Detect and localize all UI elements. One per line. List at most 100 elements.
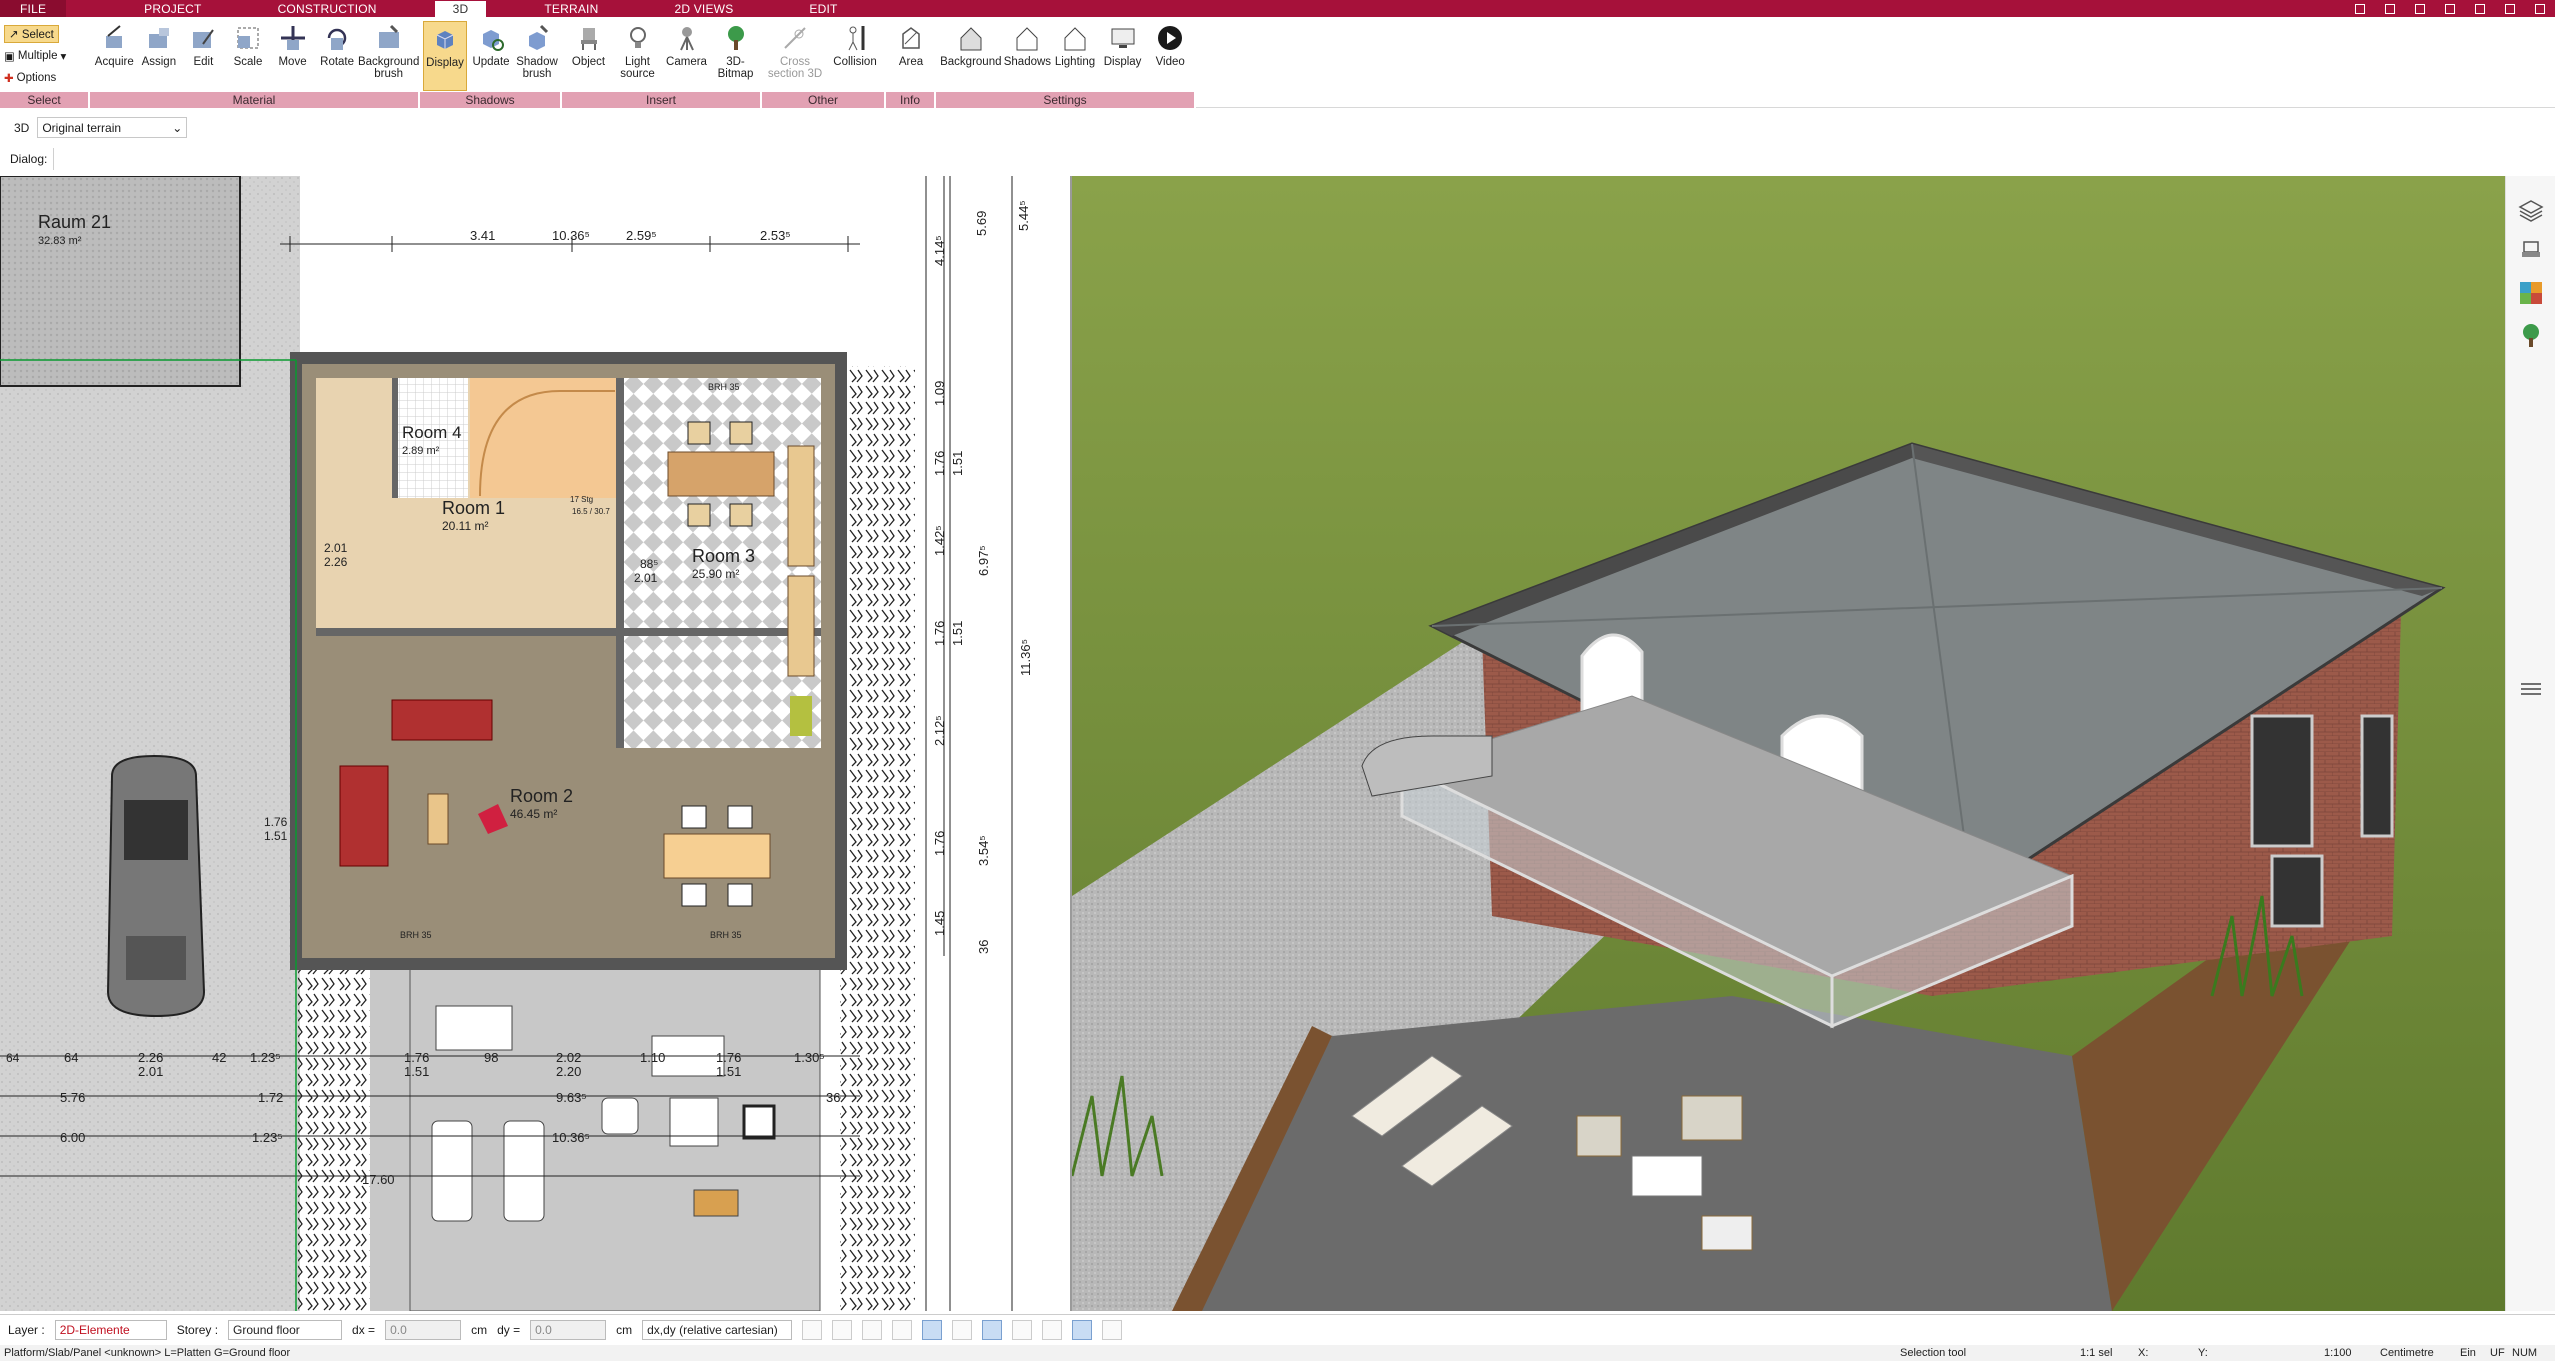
coordinate-mode-select[interactable]: dx,dy (relative cartesian) bbox=[642, 1319, 793, 1340]
info-icon[interactable] bbox=[1102, 1319, 1123, 1340]
dialog-label: Dialog: bbox=[10, 152, 48, 166]
snap-point-icon[interactable] bbox=[892, 1319, 913, 1340]
assign-button[interactable]: Assign bbox=[137, 21, 181, 91]
storey-select[interactable]: Ground floor bbox=[228, 1319, 343, 1340]
group-label-material: Material bbox=[90, 92, 420, 108]
snap-icon[interactable] bbox=[832, 1319, 853, 1340]
current-tool: Selection tool bbox=[1900, 1347, 1967, 1359]
options-icon: ✚ bbox=[4, 73, 14, 85]
edit-icon bbox=[188, 23, 218, 53]
dialog-input[interactable] bbox=[53, 148, 1053, 170]
tab-2d-views[interactable]: 2D VIEWS bbox=[656, 0, 751, 17]
terrain-select[interactable]: Original terrain ⌄ bbox=[37, 117, 188, 138]
light-source-button[interactable]: Light source bbox=[616, 21, 660, 91]
y-coordinate: Y: bbox=[2198, 1347, 2208, 1359]
layer-select[interactable]: 2D-Elemente bbox=[54, 1319, 167, 1340]
clock-icon[interactable] bbox=[802, 1319, 823, 1340]
ein-indicator: Ein bbox=[2460, 1347, 2476, 1359]
lighting-button[interactable]: Lighting bbox=[1053, 21, 1097, 91]
pin-icon[interactable] bbox=[2445, 3, 2455, 14]
group-label-settings: Settings bbox=[936, 92, 1196, 108]
play-icon bbox=[1155, 23, 1185, 53]
svg-text:1.30⁵: 1.30⁵ bbox=[794, 1050, 825, 1065]
svg-text:2.01: 2.01 bbox=[138, 1064, 163, 1079]
display-settings-button[interactable]: Display bbox=[1101, 21, 1145, 91]
svg-text:42: 42 bbox=[212, 1050, 226, 1065]
dx-input[interactable]: 0.0 bbox=[385, 1319, 462, 1340]
group-select: ↗ Select ▣ Multiple ▾ ✚ Options Select bbox=[0, 17, 90, 108]
ortho-icon[interactable] bbox=[952, 1319, 973, 1340]
drawing-scale: 1:100 bbox=[2324, 1347, 2352, 1359]
dy-input[interactable]: 0.0 bbox=[530, 1319, 607, 1340]
tab-construction[interactable]: CONSTRUCTION bbox=[260, 0, 395, 17]
angle-snap-icon[interactable] bbox=[922, 1319, 943, 1340]
collision-button[interactable]: Collision bbox=[829, 21, 881, 91]
cross-section-3d-button[interactable]: Cross section 3D bbox=[767, 21, 823, 91]
edit-button[interactable]: Edit bbox=[181, 21, 225, 91]
options-button[interactable]: ✚ Options bbox=[4, 67, 84, 89]
svg-text:10.36⁵: 10.36⁵ bbox=[552, 1130, 590, 1145]
svg-text:2.01: 2.01 bbox=[324, 541, 348, 555]
dx-label: dx = bbox=[352, 1322, 376, 1337]
snap-grid-icon[interactable] bbox=[862, 1319, 883, 1340]
dialog-bar: Dialog: bbox=[0, 146, 2555, 172]
group-label-select: Select bbox=[0, 92, 90, 108]
tools-icon[interactable] bbox=[2355, 3, 2365, 14]
scale-button[interactable]: Scale bbox=[226, 21, 270, 91]
svg-text:32.83 m²: 32.83 m² bbox=[38, 235, 82, 247]
tab-3d[interactable]: 3D bbox=[434, 1, 487, 17]
group-settings: Background Shadows Lighting Display Vide… bbox=[936, 17, 1196, 108]
settings-icon[interactable] bbox=[2415, 3, 2425, 14]
grid-icon[interactable] bbox=[1042, 1319, 1063, 1340]
update-shadows-button[interactable]: Update bbox=[469, 21, 513, 91]
group-shadows: Display Update Shadow brush Shadows bbox=[420, 17, 562, 108]
tab-project[interactable]: PROJECT bbox=[126, 0, 219, 17]
acquire-button[interactable]: Acquire bbox=[92, 21, 136, 91]
svg-text:1.72: 1.72 bbox=[258, 1090, 283, 1105]
svg-text:1.51: 1.51 bbox=[950, 621, 965, 646]
object-snap-icon[interactable] bbox=[982, 1319, 1003, 1340]
rotate-button[interactable]: Rotate bbox=[315, 21, 359, 91]
move-button[interactable]: Move bbox=[271, 21, 315, 91]
svg-text:5.44⁵: 5.44⁵ bbox=[1016, 200, 1031, 231]
area-button[interactable]: Area bbox=[889, 21, 933, 91]
close-icon[interactable] bbox=[2535, 3, 2545, 14]
floor-plan-view[interactable]: Raum 21 32.83 m² Room 4 2.89 m² Room 1 2… bbox=[0, 176, 1065, 1311]
layers-icon[interactable] bbox=[2518, 198, 2544, 224]
svg-text:1.51: 1.51 bbox=[950, 451, 965, 476]
display-shadows-button[interactable]: Display bbox=[423, 21, 467, 91]
video-button[interactable]: Video bbox=[1148, 21, 1192, 91]
tab-edit[interactable]: EDIT bbox=[791, 0, 855, 17]
3d-view[interactable] bbox=[1070, 176, 2505, 1311]
plants-icon[interactable] bbox=[2518, 322, 2544, 348]
furniture-icon[interactable] bbox=[2518, 238, 2544, 264]
minimize-icon[interactable] bbox=[2475, 3, 2485, 14]
group-label-other: Other bbox=[762, 92, 886, 108]
background-button[interactable]: Background bbox=[940, 21, 1002, 91]
shadows-settings-button[interactable]: Shadows bbox=[1004, 21, 1051, 91]
tab-file[interactable]: FILE bbox=[0, 0, 67, 17]
window-controls bbox=[2355, 0, 2545, 17]
menu-bar: FILE PROJECT CONSTRUCTION 3D TERRAIN 2D … bbox=[0, 0, 2555, 17]
background-brush-button[interactable]: Background brush bbox=[358, 21, 419, 91]
group-label-insert: Insert bbox=[562, 92, 762, 108]
camera-button[interactable]: Camera bbox=[665, 21, 709, 91]
3d-bitmap-button[interactable]: 3D-Bitmap bbox=[714, 21, 758, 91]
info-bar: Platform/Slab/Panel <unknown> L=Platten … bbox=[0, 1345, 2555, 1361]
maximize-icon[interactable] bbox=[2505, 3, 2515, 14]
tracking-icon[interactable] bbox=[1012, 1319, 1033, 1340]
select-button[interactable]: ↗ Select bbox=[4, 25, 59, 43]
dx-unit: cm bbox=[471, 1322, 488, 1337]
materials-icon[interactable] bbox=[2518, 280, 2544, 306]
dy-label: dy = bbox=[497, 1322, 521, 1337]
object-button[interactable]: Object bbox=[567, 21, 611, 91]
panel-toggle-icon[interactable] bbox=[2518, 676, 2544, 702]
shadow-brush-button[interactable]: Shadow brush bbox=[515, 21, 559, 91]
group-material: Acquire Assign Edit Scale Move Rotate Ba… bbox=[90, 17, 420, 108]
north-icon[interactable] bbox=[1072, 1319, 1093, 1340]
multiple-dropdown[interactable]: ▣ Multiple ▾ bbox=[4, 45, 84, 67]
tab-terrain[interactable]: TERRAIN bbox=[526, 0, 616, 17]
units: Centimetre bbox=[2380, 1347, 2434, 1359]
svg-text:17.60: 17.60 bbox=[362, 1172, 395, 1187]
help-icon[interactable] bbox=[2385, 3, 2395, 14]
